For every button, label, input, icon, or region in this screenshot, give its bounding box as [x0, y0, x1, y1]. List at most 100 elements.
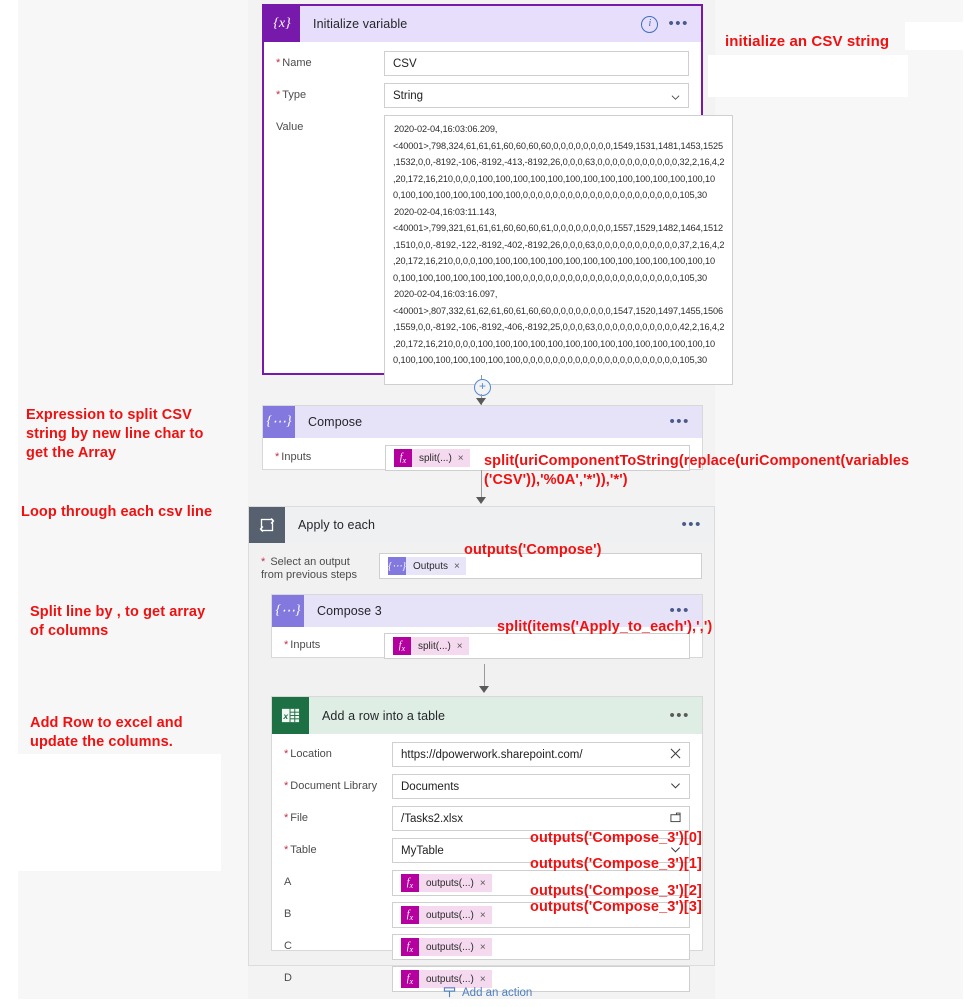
outputs-token[interactable]: {⋯} Outputs ×: [388, 557, 466, 575]
name-input[interactable]: CSV: [384, 51, 689, 76]
fx-icon: fx: [401, 970, 419, 988]
more-options-icon[interactable]: •••: [669, 414, 690, 429]
compose-3-header-actions: •••: [669, 603, 702, 618]
close-icon[interactable]: ×: [480, 942, 486, 953]
more-options-icon[interactable]: •••: [669, 708, 690, 723]
add-row-header[interactable]: x Add a row into a table •••: [272, 697, 702, 734]
close-icon[interactable]: ×: [480, 910, 486, 921]
expression-token[interactable]: fx outputs(...) ×: [401, 906, 492, 924]
info-icon[interactable]: i: [641, 15, 659, 33]
csv-value-line: 2020-02-04,16:03:06.209,: [394, 124, 498, 134]
close-icon[interactable]: ×: [480, 974, 486, 985]
expression-token[interactable]: fx split(...) ×: [394, 449, 470, 467]
annotation-split-columns-line1: Split line by , to get array: [30, 604, 206, 620]
redaction-box-top-right: [905, 22, 963, 50]
close-icon[interactable]: ×: [480, 878, 486, 889]
annotation-split-columns-line2: of columns: [30, 623, 109, 639]
annotation-expression-split: Expression to split CSV string by new li…: [26, 406, 236, 463]
csv-value-line: ,1532,0,0,-8192,-106,-8192,-413,-8192,26…: [393, 157, 725, 167]
fx-icon: fx: [393, 637, 411, 655]
insert-step-button[interactable]: +: [474, 379, 491, 396]
annotation-compose-expression-line2: ('CSV')),'%0A','*')),'*'): [484, 472, 628, 488]
annotation-loop-each-line: Loop through each csv line: [21, 504, 213, 520]
expression-token[interactable]: fx outputs(...) ×: [401, 938, 492, 956]
arrow-down-icon: [476, 497, 486, 504]
field-row-document-library: Document Library Documents: [284, 774, 690, 799]
arrow-down-icon: [476, 398, 486, 405]
inputs-label: Inputs: [275, 445, 385, 464]
type-select-value: String: [393, 89, 424, 102]
location-input[interactable]: https://dpowerwork.sharepoint.com/: [392, 742, 690, 767]
more-options-icon[interactable]: •••: [669, 603, 690, 618]
expression-token[interactable]: fx split(...) ×: [393, 637, 469, 655]
annotation-outputs-compose: outputs('Compose'): [464, 542, 602, 558]
annotation-expression-split-line2: string by new line char to: [26, 426, 204, 442]
document-library-input[interactable]: Documents: [392, 774, 690, 799]
column-c-label: C: [284, 940, 292, 952]
csv-value-line: <40001>,799,321,61,61,61,60,60,60,61,0,0…: [393, 223, 723, 233]
connector-compose-to-apply: [481, 470, 482, 500]
csv-value-line: ,1559,0,0,-8192,-106,-8192,-406,-8192,25…: [393, 322, 725, 332]
select-output-label: Select an output from previous steps: [261, 553, 379, 582]
annotation-add-row-line1: Add Row to excel and: [30, 715, 183, 731]
apply-to-each-title: Apply to each: [298, 518, 376, 532]
initialize-variable-header[interactable]: {x} Initialize variable i •••: [264, 6, 701, 42]
csv-value-line: ,1510,0,0,-8192,-122,-8192,-402,-8192,26…: [393, 239, 725, 250]
connector-compose3-to-addrow-wrap: [261, 658, 702, 696]
annotation-compose-expression: split(uriComponentToString(replace(uriCo…: [484, 452, 962, 490]
select-output-label-line2: from previous steps: [261, 569, 357, 581]
folder-icon[interactable]: [670, 812, 681, 826]
initialize-variable-body: Name CSV Type String Value 2020-02-04,16…: [264, 42, 734, 394]
fx-icon: fx: [394, 449, 412, 467]
close-icon[interactable]: ×: [458, 453, 464, 464]
compose-pencil-icon: {⋯}: [263, 406, 295, 438]
column-d-field[interactable]: fx outputs(...) ×: [392, 966, 690, 992]
close-icon[interactable]: [670, 748, 681, 762]
token-content: split(...) ×: [412, 449, 470, 467]
fx-icon: fx: [401, 906, 419, 924]
add-action-icon: [443, 987, 456, 998]
document-library-value: Documents: [401, 780, 460, 793]
file-value: /Tasks2.xlsx: [401, 812, 463, 825]
value-label: Value: [276, 121, 304, 133]
annotation-column-d: outputs('Compose_3')[3]: [530, 899, 702, 915]
more-options-icon[interactable]: •••: [668, 16, 689, 31]
add-row-header-actions: •••: [669, 708, 702, 723]
column-c-field[interactable]: fx outputs(...) ×: [392, 934, 690, 960]
close-icon[interactable]: ×: [454, 561, 460, 572]
field-row-type: Type String: [276, 83, 689, 108]
location-label: Location: [284, 742, 392, 761]
type-select[interactable]: String: [384, 83, 689, 108]
field-row-name: Name CSV: [276, 51, 689, 76]
initialize-variable-card[interactable]: {x} Initialize variable i ••• Name CSV T…: [262, 4, 734, 385]
chevron-down-icon[interactable]: [670, 780, 681, 794]
field-row-location: Location https://dpowerwork.sharepoint.co…: [284, 742, 690, 767]
compose-header-actions: •••: [669, 414, 702, 429]
csv-value-line: <40001>,798,324,61,61,61,60,60,60,60,0,0…: [393, 140, 723, 151]
column-b-label: B: [284, 908, 292, 920]
annotation-add-row-line2: update the columns.: [30, 734, 173, 750]
expression-token[interactable]: fx outputs(...) ×: [401, 874, 492, 892]
add-an-action-button[interactable]: Add an action: [443, 986, 532, 999]
apply-to-each-header[interactable]: Apply to each •••: [249, 507, 714, 543]
annotation-split-items: split(items('Apply_to_each'),','): [497, 619, 713, 635]
arrow-down-icon: [479, 686, 489, 693]
annotation-add-row: Add Row to excel and update the columns.: [30, 714, 245, 752]
initialize-variable-title: Initialize variable: [313, 17, 408, 31]
more-options-icon[interactable]: •••: [681, 517, 702, 532]
compose-header[interactable]: {⋯} Compose •••: [263, 406, 702, 438]
apply-to-each-header-actions: •••: [681, 517, 714, 532]
fx-icon: fx: [401, 938, 419, 956]
csv-value-line: 0,100,100,100,100,100,100,100,0,0,0,0,0,…: [393, 355, 708, 365]
name-label: Name: [276, 51, 384, 70]
file-input[interactable]: /Tasks2.xlsx: [392, 806, 690, 831]
chevron-down-icon: [671, 94, 680, 100]
csv-value-line: 0,100,100,100,100,100,100,100,0,0,0,0,0,…: [393, 190, 708, 200]
close-icon[interactable]: ×: [457, 641, 463, 652]
annotation-column-a: outputs('Compose_3')[0]: [530, 830, 702, 846]
csv-value-line: ,20,172,16,210,0,0,0,100,100,100,100,100…: [393, 256, 716, 266]
value-textarea[interactable]: 2020-02-04,16:03:06.209, <40001>,798,324,…: [384, 115, 734, 385]
redaction-box-top-right-2: [708, 55, 908, 97]
csv-value-line: <40001>,807,332,61,62,61,60,61,60,60,0,0…: [393, 305, 723, 316]
column-a-label: A: [284, 876, 292, 888]
